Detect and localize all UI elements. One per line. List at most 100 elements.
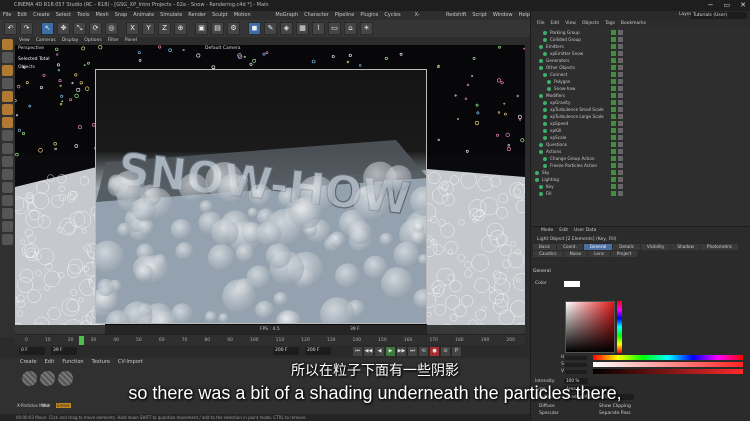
deformer-icon[interactable]: ⌇	[312, 22, 325, 35]
visibility-toggles[interactable]	[611, 65, 623, 70]
grid-icon[interactable]	[2, 208, 13, 219]
tab-general[interactable]: General	[583, 244, 613, 250]
object-list-item[interactable]: xpScale	[533, 134, 749, 141]
render-visibility-icon[interactable]	[618, 128, 623, 133]
render-visibility-icon[interactable]	[618, 177, 623, 182]
render-visibility-icon[interactable]	[618, 149, 623, 154]
visibility-toggles[interactable]	[611, 184, 623, 189]
pen-icon[interactable]: ✎	[264, 22, 277, 35]
polygons-mode-icon[interactable]	[2, 117, 13, 128]
visibility-toggles[interactable]	[611, 79, 623, 84]
array-icon[interactable]: ▦	[296, 22, 309, 35]
object-list-item[interactable]: Freeze Particles Action	[533, 162, 749, 169]
tab-visibility[interactable]: Visibility	[640, 244, 671, 250]
editor-visibility-icon[interactable]	[611, 86, 616, 91]
editor-visibility-icon[interactable]	[611, 135, 616, 140]
object-list-item[interactable]: Fill	[533, 190, 749, 197]
end-frame-field[interactable]: 200 F	[273, 347, 299, 355]
hue-strip[interactable]	[617, 301, 622, 353]
visibility-toggles[interactable]	[611, 51, 623, 56]
visibility-toggles[interactable]	[611, 93, 623, 98]
render-visibility-icon[interactable]	[618, 37, 623, 42]
show-clipping-checkbox[interactable]: Show Clipping	[599, 404, 631, 409]
menu-item-animate[interactable]: Animate	[133, 11, 154, 20]
attribute-menu-user-data[interactable]: User Data	[574, 227, 596, 235]
render-visibility-icon[interactable]	[618, 135, 623, 140]
axis-mode-icon[interactable]	[2, 130, 13, 141]
visibility-toggles[interactable]	[611, 149, 623, 154]
record-button[interactable]: ⊙	[441, 347, 450, 356]
editor-visibility-icon[interactable]	[611, 149, 616, 154]
menu-item-window[interactable]: Window	[493, 11, 513, 20]
editor-visibility-icon[interactable]	[611, 65, 616, 70]
editor-visibility-icon[interactable]	[611, 44, 616, 49]
render-visibility-icon[interactable]	[618, 93, 623, 98]
separate-pass-checkbox[interactable]: Separate Pass	[599, 411, 631, 416]
editor-visibility-icon[interactable]	[611, 100, 616, 105]
menu-item-snap[interactable]: Snap	[115, 11, 128, 20]
floor-icon[interactable]: ▭	[328, 22, 341, 35]
visibility-toggles[interactable]	[611, 100, 623, 105]
editor-visibility-icon[interactable]	[611, 163, 616, 168]
play-button[interactable]: ▶	[386, 347, 395, 356]
object-menu-file[interactable]: File	[537, 20, 545, 28]
visibility-toggles[interactable]	[611, 114, 623, 119]
tab-caustics[interactable]: Caustics	[533, 251, 563, 257]
minimize-button[interactable]: −	[708, 0, 714, 11]
object-list-item[interactable]: Actions	[533, 148, 749, 155]
object-list-item[interactable]: Polygon	[533, 78, 749, 85]
editor-visibility-icon[interactable]	[611, 184, 616, 189]
tab-noise[interactable]: Noise	[563, 251, 588, 257]
solo-icon[interactable]	[2, 195, 13, 206]
timeline-playhead[interactable]	[79, 336, 84, 345]
menu-item-x-particles[interactable]: X-Particles	[415, 11, 440, 27]
render-visibility-icon[interactable]	[618, 107, 623, 112]
z-axis-lock-button[interactable]: Z	[158, 22, 171, 35]
subdivision-icon[interactable]: ◈	[280, 22, 293, 35]
render-view-icon[interactable]: ▣	[195, 22, 208, 35]
tweak-mode-icon[interactable]	[2, 143, 13, 154]
render-visibility-icon[interactable]	[618, 170, 623, 175]
menu-item-mograph[interactable]: MoGraph	[275, 11, 298, 20]
menu-item-script[interactable]: Script	[472, 11, 487, 20]
make-editable-icon[interactable]	[2, 39, 13, 50]
object-list-item[interactable]: Emitters	[533, 43, 749, 50]
visibility-toggles[interactable]	[611, 128, 623, 133]
visibility-toggles[interactable]	[611, 86, 623, 91]
object-list-item[interactable]: Modifiers	[533, 92, 749, 99]
maximize-button[interactable]: ▭	[724, 0, 731, 11]
object-menu-edit[interactable]: Edit	[551, 20, 560, 28]
visibility-toggles[interactable]	[611, 135, 623, 140]
render-visibility-icon[interactable]	[618, 184, 623, 189]
workplane-icon[interactable]	[2, 78, 13, 89]
object-list-item[interactable]: Questions	[533, 141, 749, 148]
viewport-menu-cameras[interactable]: Cameras	[36, 37, 56, 45]
layers-icon[interactable]	[2, 221, 13, 232]
menu-item-help[interactable]: Help	[519, 11, 530, 20]
editor-visibility-icon[interactable]	[611, 72, 616, 77]
camera-icon[interactable]: ⌂	[344, 22, 357, 35]
saturation-value-square[interactable]	[566, 302, 614, 352]
redo-icon[interactable]: ↷	[20, 22, 33, 35]
layout-dropdown[interactable]: Tutorials (User)	[691, 12, 747, 19]
editor-visibility-icon[interactable]	[611, 58, 616, 63]
previous-key-button[interactable]: ◀◀	[364, 347, 373, 356]
menu-item-character[interactable]: Character	[304, 11, 329, 20]
coordinate-system-icon[interactable]: ⊕	[174, 22, 187, 35]
object-list-item[interactable]: xpTurbulence Small Scale	[533, 106, 749, 113]
editor-visibility-icon[interactable]	[611, 128, 616, 133]
render-visibility-icon[interactable]	[618, 51, 623, 56]
visibility-toggles[interactable]	[611, 37, 623, 42]
render-visibility-icon[interactable]	[618, 79, 623, 84]
object-list-item[interactable]: xpEmitter Snow	[533, 50, 749, 57]
object-list-item[interactable]: Other Objects	[533, 64, 749, 71]
tab-details[interactable]: Details	[613, 244, 640, 250]
editor-visibility-icon[interactable]	[611, 156, 616, 161]
render-visibility-icon[interactable]	[618, 114, 623, 119]
menu-item-plugins[interactable]: Plugins	[360, 11, 378, 20]
render-visibility-icon[interactable]	[618, 44, 623, 49]
visibility-toggles[interactable]	[611, 191, 623, 196]
cube-icon[interactable]: ◼	[248, 22, 261, 35]
visibility-toggles[interactable]	[611, 107, 623, 112]
editor-visibility-icon[interactable]	[611, 93, 616, 98]
